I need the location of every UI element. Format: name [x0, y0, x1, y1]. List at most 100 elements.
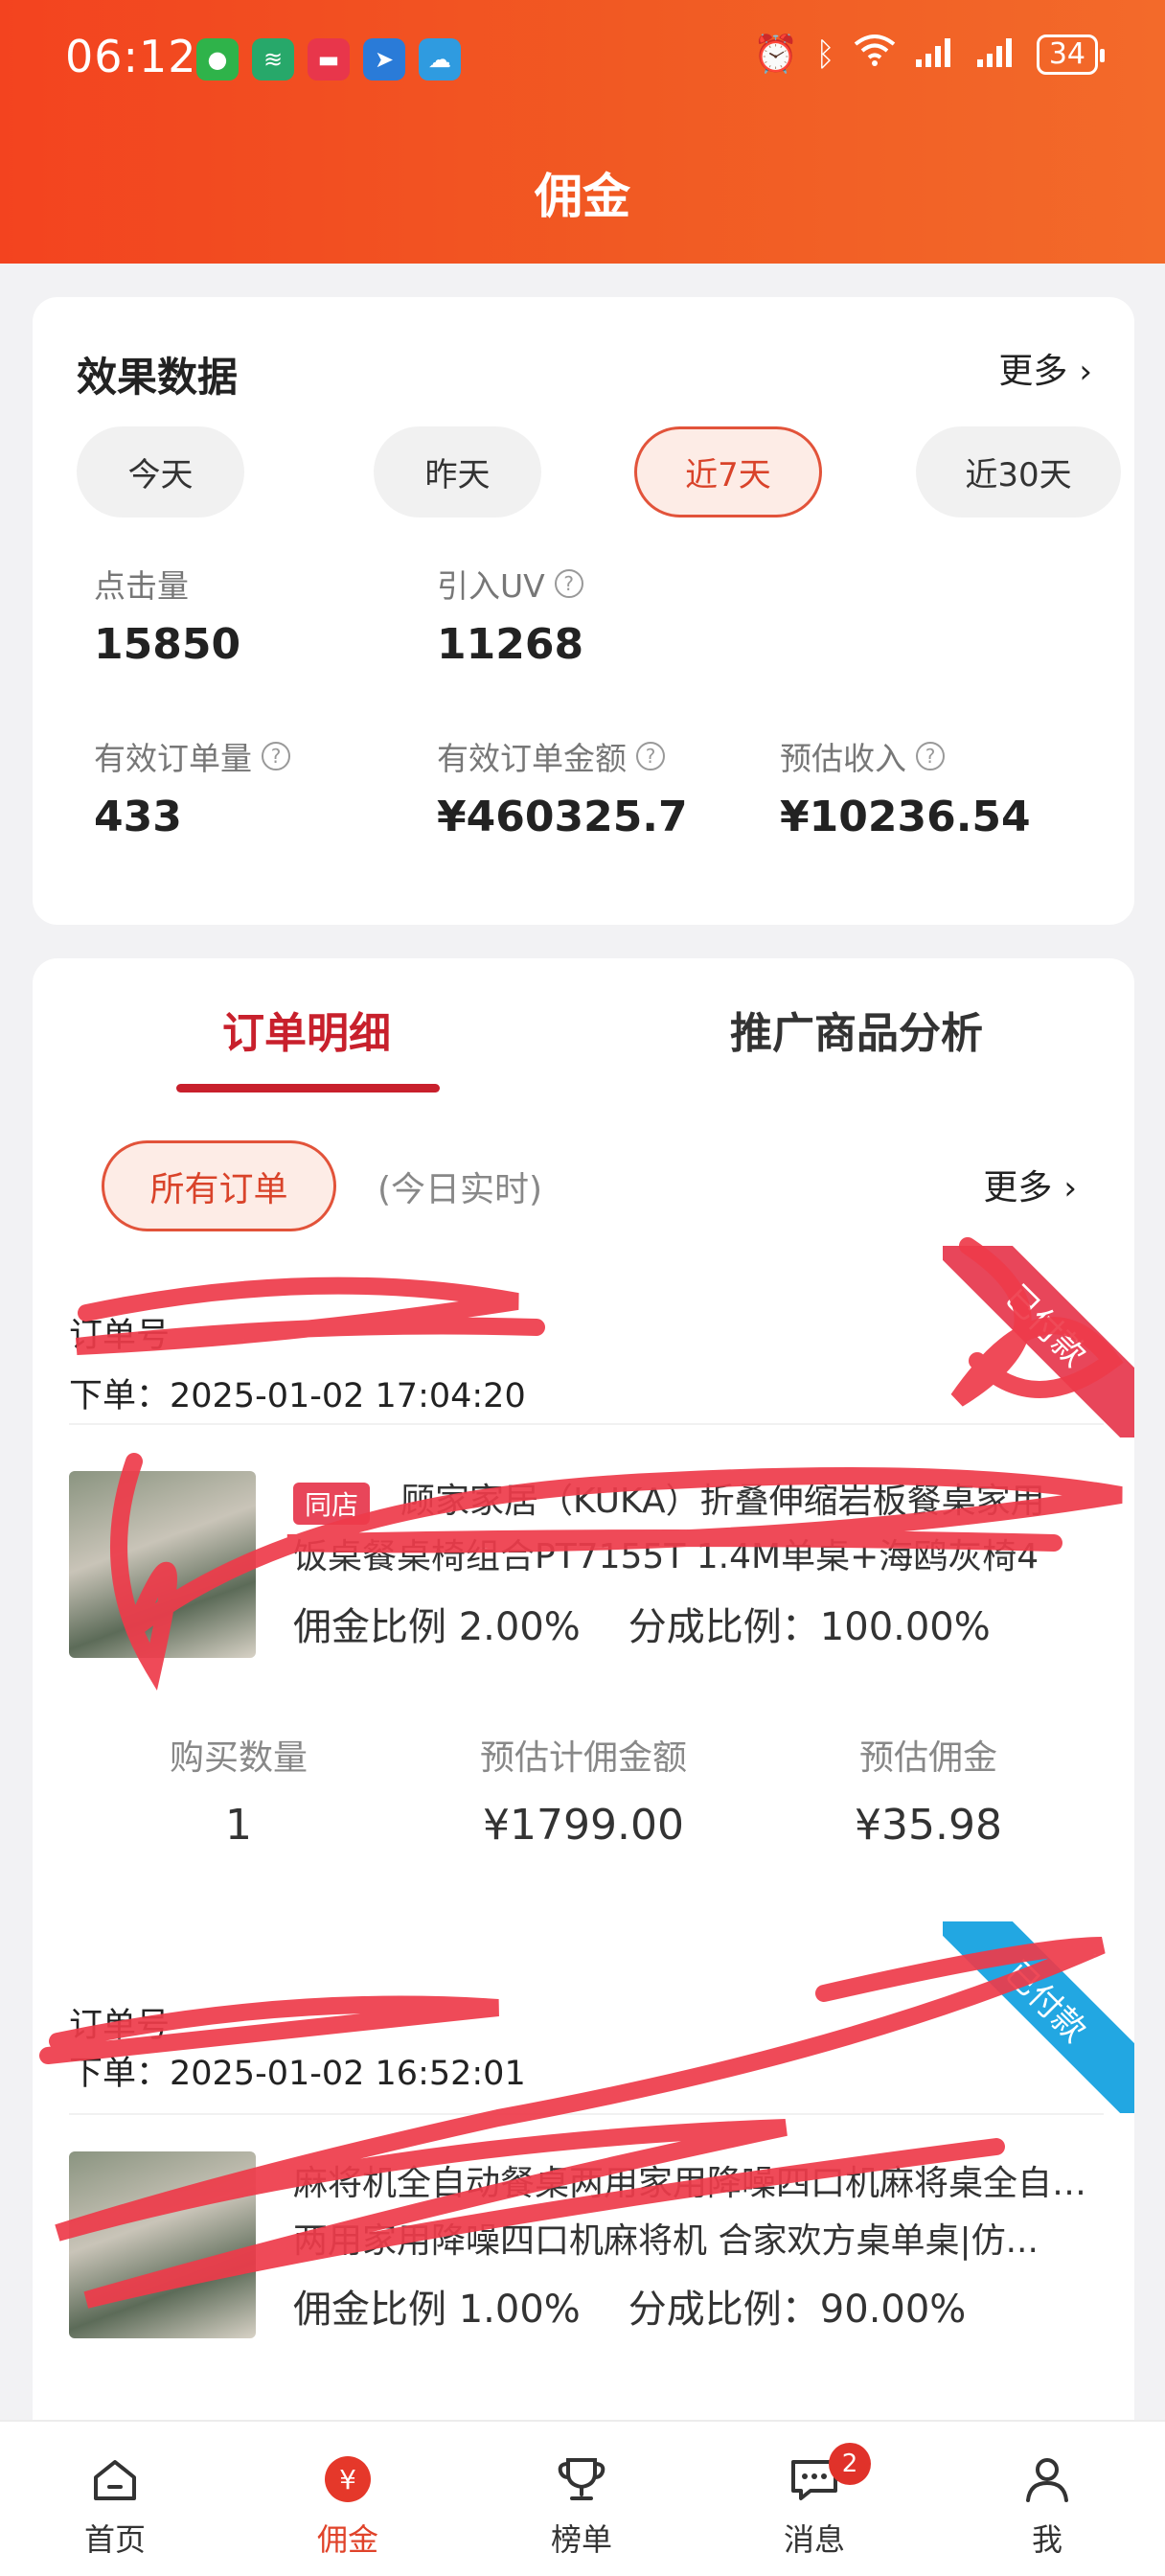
signal-icon-2 [975, 34, 1019, 76]
metric-label: 预估计佣金额 [479, 1738, 687, 1778]
yen-icon: ¥ [271, 2450, 424, 2508]
nav-me[interactable]: 我 [971, 2450, 1124, 2560]
metric-commission: 预估佣金 ¥35.98 [756, 1730, 1101, 1850]
nav-label: 首页 [83, 2521, 146, 2558]
commission-ratio: 佣金比例 2.00% [293, 1605, 581, 1649]
more-label: 更多 [998, 352, 1068, 391]
status-ribbon: 已付款 [943, 1921, 1134, 2113]
system-icons: ⏰ ᛒ 34 [753, 33, 1106, 76]
date-tab-today[interactable]: 今天 [77, 426, 244, 518]
unread-badge: 2 [829, 2443, 871, 2485]
tab-underline [176, 1084, 440, 1092]
battery-indicator: 34 [1036, 34, 1106, 75]
product-name-line1[interactable]: 麻将机全自动餐桌两用家用降噪四口机麻将桌全自动餐桌 [293, 2156, 1117, 2212]
mail-icon: ▬ [308, 38, 350, 80]
status-ribbon: 已付款 [943, 1246, 1134, 1438]
product-name-line2[interactable]: 饭桌餐桌椅组合PT7155T 1.4M单桌+海鸥灰椅4 [293, 1530, 1117, 1585]
nav-home[interactable]: 首页 [38, 2450, 192, 2560]
stat-label: 有效订单量 [94, 740, 252, 777]
metric-value: 1 [225, 1801, 252, 1850]
stat-value: 433 [94, 793, 182, 841]
status-bar: 06:12 ● ≋ ▬ ➤ ☁ ⏰ ᛒ 34 [0, 0, 1165, 115]
nav-commission[interactable]: ¥ 佣金 [271, 2450, 424, 2560]
order-id: 订单号 [69, 2007, 171, 2045]
signal-icon-1 [914, 34, 958, 76]
date-tab-30days[interactable]: 近30天 [916, 426, 1121, 518]
stat-est-income: 预估收入? ¥10236.54 [780, 733, 1031, 841]
user-icon [971, 2450, 1124, 2508]
filter-all-orders[interactable]: 所有订单 [102, 1140, 336, 1231]
stat-label: 点击量 [94, 567, 189, 605]
help-icon[interactable]: ? [262, 742, 290, 770]
nav-label: 榜单 [550, 2521, 612, 2558]
status-time: 06:12 [65, 31, 197, 82]
stats-card: 效果数据 更多 › 今天 昨天 近7天 近30天 点击量 15850 引入UV? … [33, 297, 1134, 925]
filter-hint: (今日实时) [377, 1170, 543, 1209]
order-item[interactable]: 订单号 下单：2025-01-02 16:52:01 已付款 麻将机全自动餐桌两… [33, 1921, 1134, 2420]
commission-ratio: 佣金比例 1.00% [293, 2288, 581, 2332]
header-bar: 06:12 ● ≋ ▬ ➤ ☁ ⏰ ᛒ 34 佣金 [0, 0, 1165, 264]
share-ratio: 分成比例：90.00% [628, 2288, 967, 2332]
home-icon [38, 2450, 192, 2508]
tab-order-details[interactable]: 订单明细 [222, 999, 391, 1060]
stat-label: 预估收入 [780, 740, 906, 777]
nav-label: 我 [1031, 2521, 1062, 2558]
orders-card: 订单明细 推广商品分析 所有订单 (今日实时) 更多 › 订单号 下单：2025-… [33, 958, 1134, 2568]
order-time: 下单：2025-01-02 16:52:01 [69, 2055, 526, 2093]
stat-uv: 引入UV? 11268 [437, 561, 583, 669]
order-metrics: 购买数量 1 预估计佣金额 ¥1799.00 预估佣金 ¥35.98 [33, 1730, 1134, 1864]
help-icon[interactable]: ? [554, 569, 583, 598]
message-icon: 2 [738, 2443, 891, 2508]
status-badge: 已付款 [943, 1246, 1134, 1438]
wechat-icon: ● [196, 38, 239, 80]
stat-label: 有效订单金额 [437, 740, 627, 777]
bottom-nav: 首页 ¥ 佣金 榜单 2 消息 我 [0, 2420, 1165, 2576]
stat-valid-orders: 有效订单量? 433 [94, 733, 290, 841]
chevron-right-icon: › [1063, 1169, 1077, 1208]
product-image[interactable] [69, 1471, 256, 1658]
page-title: 佣金 [535, 169, 630, 224]
product-image[interactable] [69, 2151, 256, 2338]
status-badge: 已付款 [943, 1921, 1134, 2113]
ratio-row: 佣金比例 1.00% 分成比例：90.00% [293, 2278, 966, 2334]
nav-ranking[interactable]: 榜单 [505, 2450, 658, 2560]
product-name-line1[interactable]: 顾家家居（KUKA）折叠伸缩岩板餐桌家用 [400, 1474, 1129, 1530]
nav-label: 消息 [783, 2521, 845, 2558]
stats-title: 效果数据 [77, 354, 239, 401]
date-tab-7days[interactable]: 近7天 [634, 426, 822, 518]
svg-text:¥: ¥ [339, 2464, 356, 2496]
weather-icon: ☁ [419, 38, 461, 80]
stat-value: ¥10236.54 [780, 793, 1031, 841]
help-icon[interactable]: ? [636, 742, 665, 770]
trophy-icon [505, 2450, 658, 2508]
stat-value: 15850 [94, 620, 241, 669]
divider [69, 1423, 1104, 1425]
orders-more-link[interactable]: 更多 › [983, 1160, 1077, 1209]
order-id: 订单号 [69, 1317, 171, 1355]
metric-quantity: 购买数量 1 [66, 1730, 411, 1850]
stats-more-link[interactable]: 更多 › [998, 343, 1092, 393]
nav-messages[interactable]: 2 消息 [738, 2443, 891, 2560]
stat-valid-amount: 有效订单金额? ¥460325.7 [437, 733, 688, 841]
date-range-tabs: 今天 昨天 近7天 近30天 [77, 426, 1121, 518]
help-icon[interactable]: ? [916, 742, 945, 770]
stat-value: 11268 [437, 620, 584, 669]
metric-value: ¥35.98 [855, 1801, 1002, 1850]
order-tabs: 订单明细 推广商品分析 [33, 958, 1134, 1102]
order-time: 下单：2025-01-02 17:04:20 [69, 1377, 526, 1415]
product-name-line2[interactable]: 两用家用降噪四口机麻将机 合家欢方桌单桌|仿... [293, 2214, 1117, 2269]
stat-value: ¥460325.7 [437, 793, 688, 841]
order-item[interactable]: 订单号 下单：2025-01-02 17:04:20 已付款 同店 顾家家居（K… [33, 1246, 1134, 1850]
date-tab-yesterday[interactable]: 昨天 [374, 426, 541, 518]
alarm-icon: ⏰ [753, 33, 799, 75]
notification-icons: ● ≋ ▬ ➤ ☁ [196, 38, 461, 80]
wifi-icon [853, 33, 897, 76]
metric-label: 预估佣金 [858, 1738, 997, 1778]
divider [69, 2113, 1104, 2115]
stat-label: 引入UV [437, 567, 545, 605]
metric-base-amount: 预估计佣金额 ¥1799.00 [411, 1730, 756, 1850]
bluetooth-icon: ᛒ [815, 34, 835, 74]
tab-product-analysis[interactable]: 推广商品分析 [730, 999, 983, 1060]
more-label: 更多 [983, 1168, 1053, 1208]
location-app-icon: ➤ [363, 38, 405, 80]
